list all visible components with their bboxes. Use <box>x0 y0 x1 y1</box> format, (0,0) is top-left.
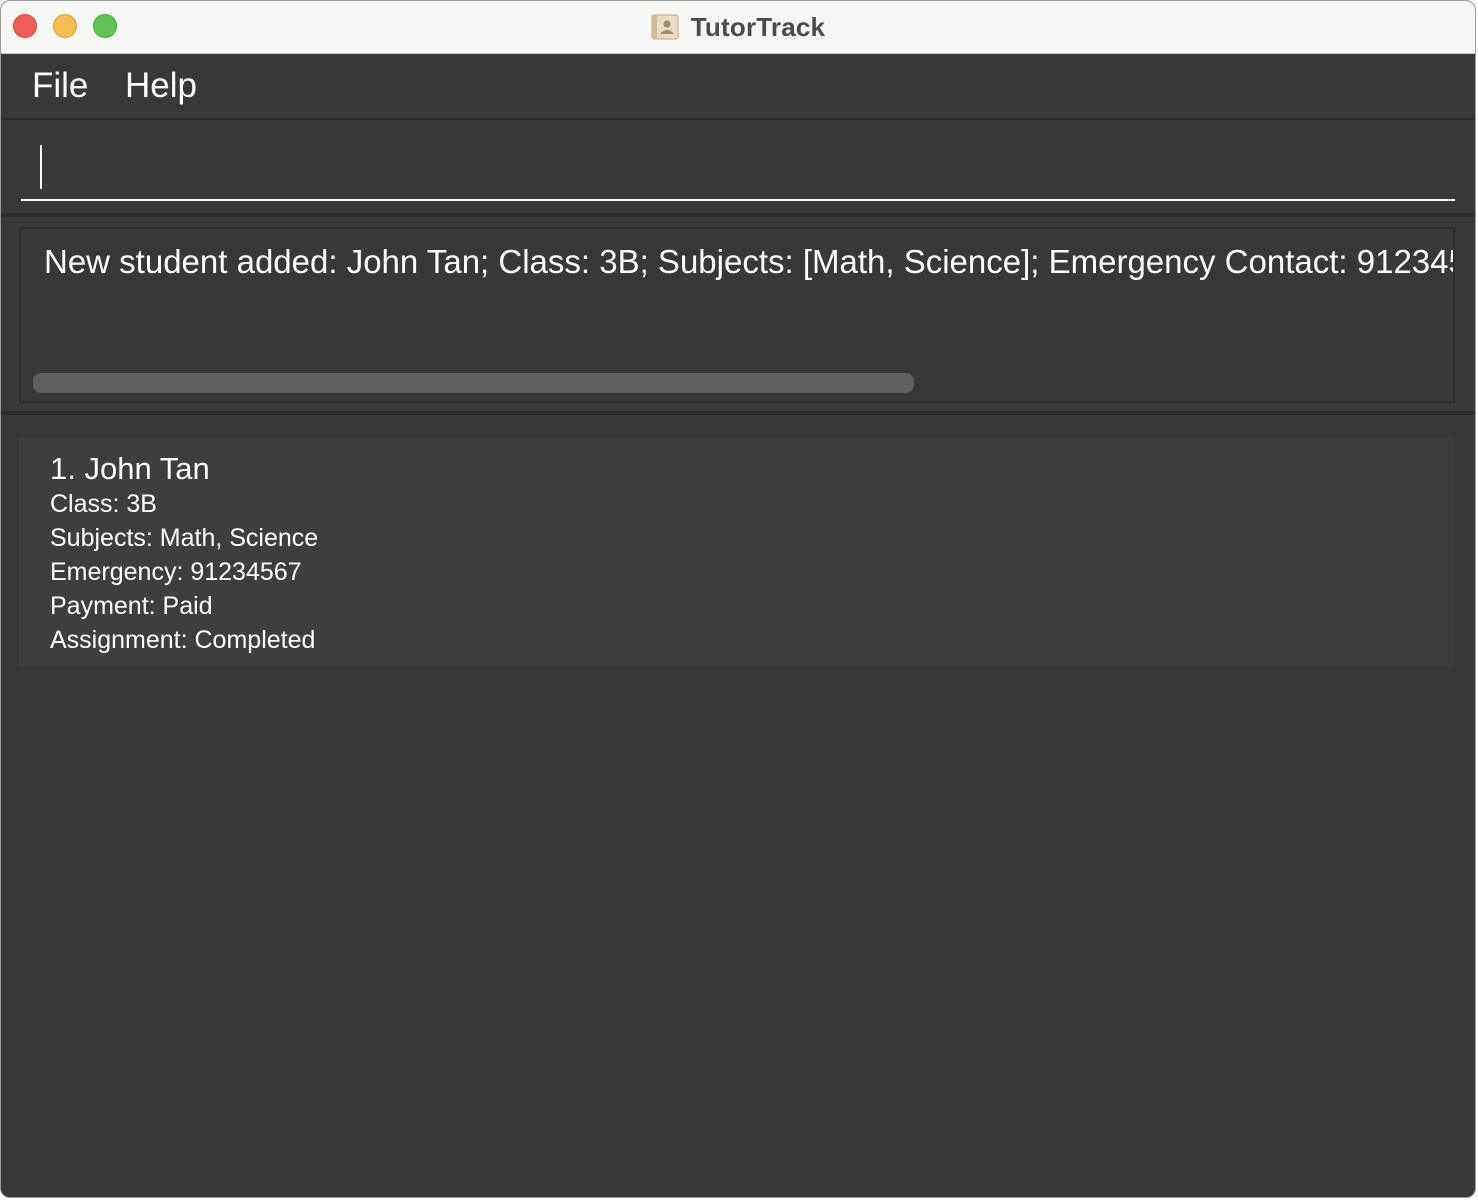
student-card[interactable]: 1. John Tan Class: 3B Subjects: Math, Sc… <box>19 437 1455 667</box>
student-name: 1. John Tan <box>50 451 210 486</box>
title-group: TutorTrack <box>1 1 1475 53</box>
title-bar[interactable]: TutorTrack <box>1 1 1475 54</box>
app-window: TutorTrack File Help New student added: … <box>0 0 1476 1198</box>
result-message: New student added: John Tan; Class: 3B; … <box>44 243 1453 280</box>
student-subjects: Subjects: Math, Science <box>50 524 319 552</box>
student-assignment: Assignment: Completed <box>50 626 316 654</box>
student-list[interactable]: 1. John Tan Class: 3B Subjects: Math, Sc… <box>1 417 1475 1197</box>
student-payment: Payment: Paid <box>50 592 213 620</box>
text-caret <box>40 145 42 189</box>
menu-bar: File Help <box>1 54 1475 120</box>
horizontal-scrollbar[interactable] <box>33 373 914 393</box>
menu-file[interactable]: File <box>32 66 88 106</box>
menu-help[interactable]: Help <box>125 66 197 106</box>
result-display[interactable]: New student added: John Tan; Class: 3B; … <box>19 227 1455 403</box>
divider <box>1 411 1475 415</box>
command-input[interactable] <box>21 139 1455 201</box>
student-class: Class: 3B <box>50 490 157 518</box>
window-title: TutorTrack <box>690 11 826 42</box>
divider <box>1 213 1475 217</box>
student-emergency: Emergency: 91234567 <box>50 558 302 586</box>
address-book-icon <box>651 14 679 40</box>
command-box <box>1 121 1475 213</box>
